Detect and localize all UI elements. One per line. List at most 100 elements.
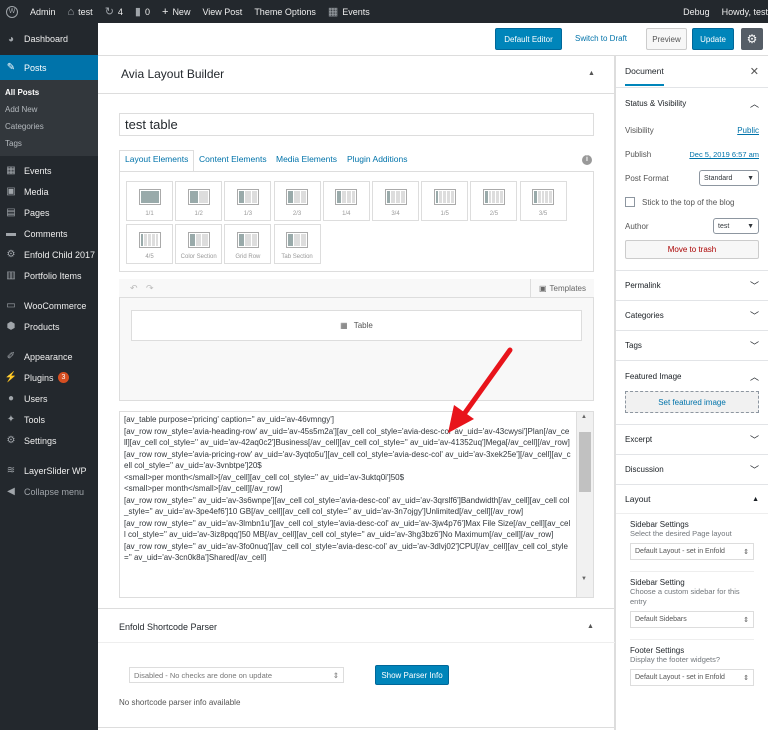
layout-element-tile[interactable]: Tab Section xyxy=(273,224,321,264)
theme-options-link[interactable]: Theme Options xyxy=(248,0,322,23)
sidebar-sub-categories[interactable]: Categories xyxy=(0,118,98,135)
page-layout-select[interactable]: Default Layout - set in Enfold ⇕ xyxy=(630,543,754,560)
visibility-label: Visibility xyxy=(625,125,654,135)
view-post-link[interactable]: View Post xyxy=(196,0,248,23)
sidebar-item-media[interactable]: ▣ Media xyxy=(0,181,98,202)
layout-element-tile[interactable]: Grid Row xyxy=(224,224,272,264)
chevron-down-icon: ﹀ xyxy=(749,341,759,351)
events-link[interactable]: ▦ Events xyxy=(322,0,376,23)
debug-link[interactable]: Debug xyxy=(677,0,716,23)
redo-icon[interactable]: ↷ xyxy=(146,283,154,294)
permalink-section[interactable]: Permalink ﹀ xyxy=(616,271,768,301)
update-button[interactable]: Update xyxy=(692,28,734,50)
status-visibility-header[interactable]: Status & Visibility ︿ xyxy=(616,88,768,118)
visibility-link[interactable]: Public xyxy=(737,126,759,135)
comments-link[interactable]: ▮ 0 xyxy=(129,0,156,23)
sidebar-item-settings[interactable]: ⚙ Settings xyxy=(0,430,98,451)
scroll-up-icon[interactable]: ▲ xyxy=(581,414,587,420)
comments-icon: ▬ xyxy=(6,228,16,239)
layout-element-tile[interactable]: 1/5 xyxy=(421,181,469,221)
layout-element-tile[interactable]: 3/5 xyxy=(519,181,567,221)
sidebar-item-enfold-child[interactable]: ⚙ Enfold Child 2017 xyxy=(0,244,98,265)
layout-element-label: 1/4 xyxy=(342,211,351,217)
sidebar-item-comments[interactable]: ▬ Comments xyxy=(0,223,98,244)
layout-element-tile[interactable]: 4/5 xyxy=(126,224,173,264)
info-icon[interactable]: i xyxy=(582,155,592,165)
default-editor-button[interactable]: Default Editor xyxy=(495,28,562,50)
layout-section[interactable]: Layout ▲ xyxy=(616,485,768,513)
scrollbar-thumb[interactable] xyxy=(579,432,591,492)
layout-element-tile[interactable]: Color Section xyxy=(175,224,223,264)
parser-collapse-icon[interactable]: ▲ xyxy=(587,623,594,630)
sticky-checkbox[interactable] xyxy=(625,197,635,207)
close-icon[interactable]: ✕ xyxy=(750,65,759,78)
tab-plugin-additions[interactable]: Plugin Additions xyxy=(347,154,408,164)
sidebar-item-layerslider[interactable]: ≋ LayerSlider WP xyxy=(0,460,98,481)
categories-section[interactable]: Categories ﹀ xyxy=(616,301,768,331)
custom-sidebar-select[interactable]: Default Sidebars ⇕ xyxy=(630,611,754,628)
layout-element-tile[interactable]: 3/4 xyxy=(372,181,419,221)
settings-gear-icon[interactable]: ⚙ xyxy=(741,28,763,50)
divider xyxy=(630,628,754,640)
sidebar-item-products[interactable]: ⬢ Products xyxy=(0,316,98,337)
tab-media-elements[interactable]: Media Elements xyxy=(276,154,337,164)
sidebar-item-woocommerce[interactable]: ▭ WooCommerce xyxy=(0,295,98,316)
show-parser-info-button[interactable]: Show Parser Info xyxy=(375,665,449,685)
post-title-input[interactable]: test table xyxy=(119,113,594,136)
sidebar-item-tools[interactable]: ✦ Tools xyxy=(0,409,98,430)
post-format-select[interactable]: Standard ▼ xyxy=(699,170,759,186)
column-layout-icon xyxy=(236,182,259,211)
layout-element-tile[interactable]: 1/2 xyxy=(175,181,223,221)
layout-element-tile[interactable]: 2/3 xyxy=(273,181,321,221)
switch-to-draft-link[interactable]: Switch to Draft xyxy=(575,34,627,43)
featured-image-section[interactable]: Featured Image ︿ xyxy=(616,361,768,391)
sidebar-item-events[interactable]: ▦ Events xyxy=(0,160,98,181)
sidebar-item-portfolio[interactable]: ▥ Portfolio Items xyxy=(0,265,98,286)
wp-logo-icon[interactable]: W xyxy=(0,0,24,23)
scroll-down-icon[interactable]: ▼ xyxy=(581,576,587,582)
layout-element-tile[interactable]: 1/1 xyxy=(126,181,173,221)
layout-element-tile[interactable]: 1/4 xyxy=(322,181,370,221)
publish-label: Publish xyxy=(625,149,652,159)
preview-button[interactable]: Preview xyxy=(646,28,687,50)
parser-select[interactable]: Disabled - No checks are done on update ⇕ xyxy=(129,667,344,683)
table-element[interactable]: ▦ Table xyxy=(131,310,582,341)
author-select[interactable]: test ▼ xyxy=(713,218,759,234)
excerpt-section[interactable]: Excerpt ﹀ xyxy=(616,425,768,455)
sidebar-sub-add-new[interactable]: Add New xyxy=(0,101,98,118)
brush-icon: ✐ xyxy=(6,351,16,362)
set-featured-image-button[interactable]: Set featured image xyxy=(625,391,759,413)
tab-content-elements[interactable]: Content Elements xyxy=(199,154,267,164)
layout-element-label: Color Section xyxy=(180,254,217,260)
new-content-link[interactable]: + New xyxy=(156,0,196,23)
textarea-scrollbar[interactable]: ▲ ▼ xyxy=(576,412,593,597)
shortcode-textarea[interactable]: [av_table purpose='pricing' caption='' a… xyxy=(119,411,594,598)
publish-date-link[interactable]: Dec 5, 2019 6:57 am xyxy=(689,150,759,159)
undo-icon[interactable]: ↶ xyxy=(130,283,138,294)
sidebar-item-dashboard[interactable]: ◕ Dashboard xyxy=(0,23,98,55)
howdy-link[interactable]: Howdy, test xyxy=(716,0,768,23)
site-link[interactable]: ⌂ test xyxy=(62,0,99,23)
updates-link[interactable]: ↻ 4 xyxy=(99,0,129,23)
templates-button[interactable]: ▣ Templates xyxy=(530,279,594,298)
footer-settings-block: Footer Settings Display the footer widge… xyxy=(616,646,768,686)
sidebar-sub-tags[interactable]: Tags xyxy=(0,135,98,152)
site-admin-link[interactable]: Admin xyxy=(24,0,62,23)
collapse-menu-button[interactable]: ◀ Collapse menu xyxy=(0,481,98,502)
sidebar-item-pages[interactable]: ▤ Pages xyxy=(0,202,98,223)
footer-layout-select[interactable]: Default Layout - set in Enfold ⇕ xyxy=(630,669,754,686)
sidebar-item-posts[interactable]: ✎ Posts xyxy=(0,55,98,80)
builder-collapse-icon[interactable]: ▲ xyxy=(588,70,595,77)
sidebar-sub-all-posts[interactable]: All Posts xyxy=(0,84,98,101)
move-to-trash-button[interactable]: Move to trash xyxy=(625,240,759,259)
tab-layout-elements[interactable]: Layout Elements xyxy=(125,154,188,164)
tags-section[interactable]: Tags ﹀ xyxy=(616,331,768,361)
sidebar-item-users[interactable]: ● Users xyxy=(0,388,98,409)
sidebar-item-appearance[interactable]: ✐ Appearance xyxy=(0,346,98,367)
sidebar-item-plugins[interactable]: ⚡ Plugins 3 xyxy=(0,367,98,388)
products-icon: ⬢ xyxy=(6,321,16,332)
layout-element-tile[interactable]: 2/5 xyxy=(470,181,518,221)
layout-element-tile[interactable]: 1/3 xyxy=(224,181,272,221)
tab-document[interactable]: Document xyxy=(625,57,664,86)
discussion-section[interactable]: Discussion ﹀ xyxy=(616,455,768,485)
